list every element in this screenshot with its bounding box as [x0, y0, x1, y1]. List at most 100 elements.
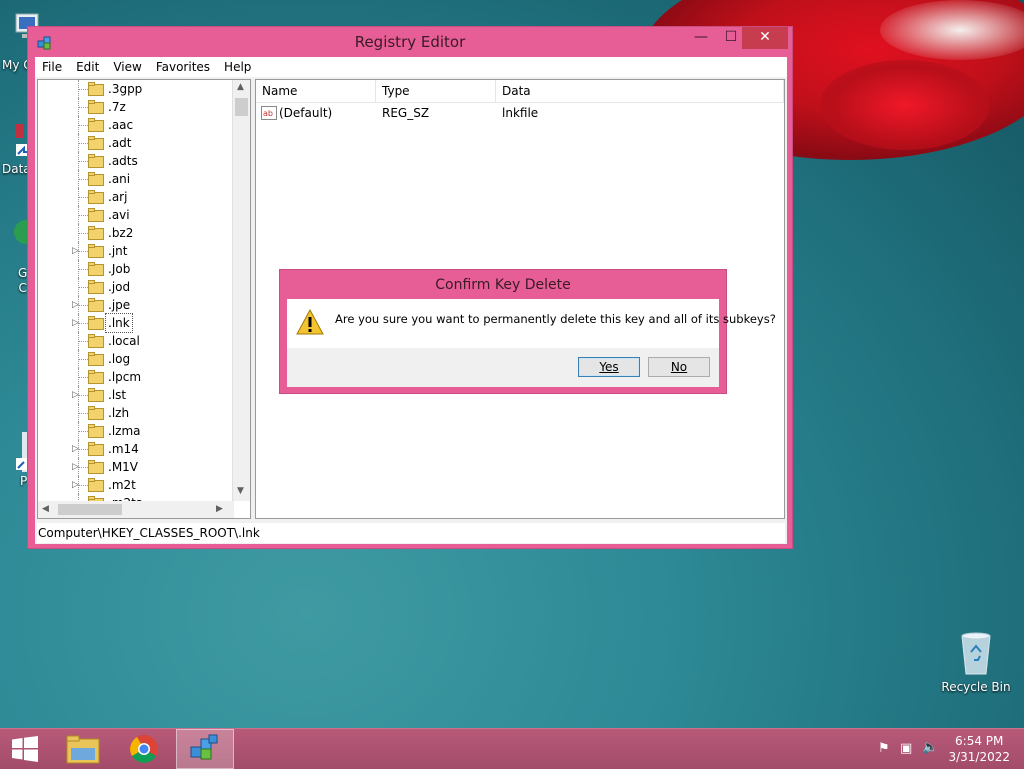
scrollbar-thumb[interactable]: [235, 98, 248, 116]
tree-item-label: .lzh: [108, 406, 130, 420]
network-icon[interactable]: ▣: [900, 741, 912, 756]
tree-item[interactable]: .log: [38, 350, 234, 368]
tree-item[interactable]: .adt: [38, 134, 234, 152]
dialog-message: Are you sure you want to permanently del…: [335, 312, 776, 326]
tree-item[interactable]: ▷ .jnt: [38, 242, 234, 260]
close-button[interactable]: ✕: [742, 27, 788, 49]
taskbar-file-explorer[interactable]: [54, 729, 112, 769]
tree-item[interactable]: ▷ .m2t: [38, 476, 234, 494]
volume-muted-icon[interactable]: 🔈: [922, 740, 938, 755]
tree-item-label: .ani: [108, 172, 131, 186]
wallpaper-flower-petal: [820, 60, 990, 150]
folder-icon: [88, 190, 104, 204]
scrollbar-thumb[interactable]: [58, 504, 122, 515]
expand-arrow-icon[interactable]: ▷: [72, 386, 79, 404]
tree-item-label: .lpcm: [108, 370, 142, 384]
tree-connector: [78, 125, 88, 126]
tree-item[interactable]: .bz2: [38, 224, 234, 242]
clock[interactable]: 6:54 PM 3/31/2022: [948, 733, 1010, 765]
tree-item-label: .arj: [108, 190, 128, 204]
expand-arrow-icon[interactable]: ▷: [72, 296, 79, 314]
desktop-icon-p[interactable]: P: [2, 428, 28, 488]
column-data[interactable]: Data: [496, 80, 784, 102]
desktop-icon-google-chrome[interactable]: G C: [2, 218, 28, 295]
tree-item[interactable]: ▷ .M1V: [38, 458, 234, 476]
tree-item-label: .m2t: [108, 478, 136, 492]
taskbar-chrome[interactable]: [116, 729, 174, 769]
tree-item[interactable]: ▷ .lnk: [38, 313, 234, 333]
expand-arrow-icon[interactable]: ▷: [72, 458, 79, 476]
tree-item[interactable]: .arj: [38, 188, 234, 206]
menu-help[interactable]: Help: [217, 60, 258, 74]
registry-tree: .m2ts▷.m2t▷.M1V▷.m14.lzma.lzh▷.lst.lpcm.…: [37, 79, 251, 519]
string-value-icon: ab: [261, 106, 277, 120]
tree-connector: [78, 413, 88, 414]
scroll-up-icon[interactable]: ▲: [237, 82, 244, 92]
tree-connector: [78, 107, 88, 108]
tree-item-label: .jpe: [108, 298, 131, 312]
menu-view[interactable]: View: [106, 60, 148, 74]
no-button[interactable]: No: [648, 357, 710, 377]
yes-button[interactable]: Yes: [578, 357, 640, 377]
value-type: REG_SZ: [382, 106, 430, 120]
menu-edit[interactable]: Edit: [69, 60, 106, 74]
tree-item-label: .aac: [108, 118, 134, 132]
tree-item[interactable]: .Job: [38, 260, 234, 278]
action-center-flag-icon[interactable]: ⚑: [878, 741, 890, 756]
tree-item[interactable]: .3gpp: [38, 80, 234, 98]
tree-item-label: .lzma: [108, 424, 141, 438]
tree-vertical-scrollbar[interactable]: ▲ ▼: [232, 80, 250, 501]
tree-item[interactable]: .local: [38, 332, 234, 350]
taskbar-registry-editor[interactable]: [176, 729, 234, 769]
tree-item[interactable]: .aac: [38, 116, 234, 134]
no-button-label: No: [670, 360, 688, 374]
tree-item[interactable]: ▷ .lst: [38, 386, 234, 404]
menu-file[interactable]: File: [35, 60, 69, 74]
scroll-down-icon[interactable]: ▼: [237, 486, 244, 496]
registry-editor-icon: [190, 734, 218, 760]
window-title: Registry Editor: [354, 33, 466, 51]
registry-editor-icon: [37, 36, 51, 50]
tree-item[interactable]: .lpcm: [38, 368, 234, 386]
tree-item[interactable]: .7z: [38, 98, 234, 116]
tree-item-label: .7z: [108, 100, 126, 114]
menu-bar: File Edit View Favorites Help: [35, 57, 787, 77]
expand-arrow-icon[interactable]: ▷: [72, 440, 79, 458]
minimize-button[interactable]: —: [686, 27, 716, 49]
expand-arrow-icon[interactable]: ▷: [72, 314, 79, 332]
tree-item[interactable]: ▷ .m14: [38, 440, 234, 458]
scroll-right-icon[interactable]: ▶: [216, 504, 223, 514]
menu-favorites[interactable]: Favorites: [149, 60, 217, 74]
table-row[interactable]: ab (Default) REG_SZ lnkfile: [256, 104, 784, 122]
tree-item[interactable]: ▷ .jpe: [38, 296, 234, 314]
column-type[interactable]: Type: [376, 80, 496, 102]
folder-icon: [88, 388, 104, 402]
tree-item[interactable]: .avi: [38, 206, 234, 224]
tree-item[interactable]: .adts: [38, 152, 234, 170]
tree-item-label: .M1V: [108, 460, 139, 474]
tree-item-label: .adts: [108, 154, 138, 168]
tree-connector: [78, 449, 88, 450]
tree-item-label: .lst: [108, 388, 127, 402]
desktop-icon-label: G C: [18, 266, 28, 295]
folder-icon: [66, 735, 100, 764]
tree-connector: [78, 143, 88, 144]
expand-arrow-icon[interactable]: ▷: [72, 476, 79, 494]
tree-item[interactable]: .jod: [38, 278, 234, 296]
recycle-bin-icon: [961, 632, 991, 675]
tree-item-label: .avi: [108, 208, 130, 222]
tree-item[interactable]: .ani: [38, 170, 234, 188]
tree-item[interactable]: .lzh: [38, 404, 234, 422]
folder-icon: [88, 460, 104, 474]
tree-item-label: .jod: [108, 280, 131, 294]
start-button[interactable]: [0, 729, 50, 769]
expand-arrow-icon[interactable]: ▷: [72, 242, 79, 260]
scroll-left-icon[interactable]: ◀: [42, 504, 49, 514]
tree-item[interactable]: .lzma: [38, 422, 234, 440]
folder-icon: [88, 406, 104, 420]
tree-connector: [78, 341, 88, 342]
tree-horizontal-scrollbar[interactable]: ◀ ▶: [38, 501, 234, 518]
column-name[interactable]: Name: [256, 80, 376, 102]
folder-icon: [88, 154, 104, 168]
desktop-icon-recycle-bin[interactable]: Recycle Bin: [940, 630, 1012, 694]
